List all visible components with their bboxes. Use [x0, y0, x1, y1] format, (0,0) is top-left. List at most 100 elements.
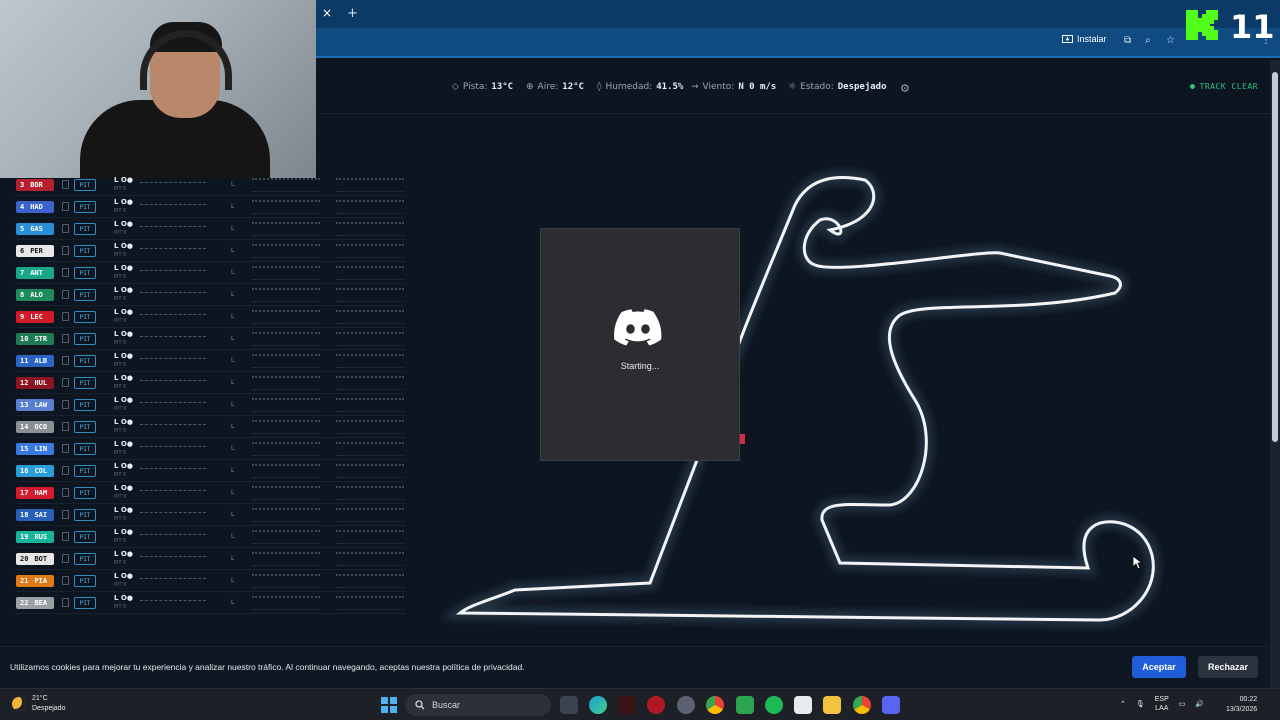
- taskbar-clock[interactable]: 00:22 13/3/2026: [1226, 695, 1257, 715]
- driver-position: 18: [20, 511, 29, 519]
- taskbar-search[interactable]: Buscar: [405, 694, 551, 716]
- obs-icon[interactable]: [677, 696, 695, 714]
- lap-marker: L: [231, 467, 235, 474]
- capcut-icon[interactable]: [794, 696, 812, 714]
- start-button-icon[interactable]: [381, 697, 397, 713]
- driver-badge[interactable]: 12 HUL: [16, 377, 54, 389]
- driver-badge[interactable]: 20 BOT: [16, 553, 54, 565]
- new-tab-button[interactable]: +: [347, 6, 358, 21]
- spotify-icon[interactable]: [765, 696, 783, 714]
- driver-badge[interactable]: 17 HAM: [16, 487, 54, 499]
- driver-badge[interactable]: 10 STR: [16, 333, 54, 345]
- driver-badge[interactable]: 13 LAW: [16, 399, 54, 411]
- pit-button[interactable]: PIT: [74, 245, 96, 257]
- driver-badge[interactable]: 22 BEA: [16, 597, 54, 609]
- network-icon[interactable]: ▭: [1179, 700, 1186, 708]
- pit-button[interactable]: PIT: [74, 223, 96, 235]
- pit-button[interactable]: PIT: [74, 443, 96, 455]
- table-row: 16 COL PIT L O● PIT 0 L: [14, 460, 406, 482]
- driver-badge[interactable]: 6 PER: [16, 245, 54, 257]
- track-status-badge: TRACK CLEAR: [1189, 82, 1258, 91]
- bookmark-star-icon[interactable]: ☆: [1166, 35, 1175, 46]
- driver-badge[interactable]: 9 LEC: [16, 311, 54, 323]
- driver-badge[interactable]: 15 LIN: [16, 443, 54, 455]
- lap-marker: L: [231, 489, 235, 496]
- task-view-icon[interactable]: [560, 696, 578, 714]
- driver-badge[interactable]: 16 COL: [16, 465, 54, 477]
- pit-button[interactable]: PIT: [74, 179, 96, 191]
- chrome-profile-icon[interactable]: [853, 696, 871, 714]
- install-label: Instalar: [1077, 34, 1107, 44]
- driver-badge[interactable]: 14 OCO: [16, 421, 54, 433]
- driver-badge[interactable]: 21 PIA: [16, 575, 54, 587]
- tyre-icon: [62, 554, 69, 563]
- driver-badge[interactable]: 11 ALB: [16, 355, 54, 367]
- lap-label: L O●: [114, 330, 133, 338]
- pit-count: PIT 0: [114, 538, 127, 544]
- pit-button[interactable]: PIT: [74, 465, 96, 477]
- pit-button[interactable]: PIT: [74, 289, 96, 301]
- microphone-icon[interactable]: 🎙: [1136, 700, 1145, 708]
- reject-cookies-button[interactable]: Rechazar: [1198, 656, 1258, 678]
- driver-code: ANT: [30, 269, 43, 277]
- tab-close-button[interactable]: ×: [322, 6, 332, 20]
- install-app-button[interactable]: Instalar: [1062, 34, 1107, 44]
- system-tray: ⌃ 🎙 ESP LAA ▭ 🔊: [1120, 695, 1204, 713]
- sector-bar: [252, 420, 320, 434]
- edge-icon[interactable]: [589, 696, 607, 714]
- discord-taskbar-icon[interactable]: [882, 696, 900, 714]
- driver-position: 6: [20, 247, 25, 255]
- chrome-icon[interactable]: [706, 696, 724, 714]
- sector-bar: [336, 530, 404, 544]
- pit-button[interactable]: PIT: [74, 597, 96, 609]
- pit-button[interactable]: PIT: [74, 377, 96, 389]
- pit-button[interactable]: PIT: [74, 575, 96, 587]
- pit-count: PIT 0: [114, 604, 127, 610]
- settings-gear-icon[interactable]: ⚙: [900, 82, 910, 95]
- driver-badge[interactable]: 3 BOR: [16, 179, 54, 191]
- pit-button[interactable]: PIT: [74, 487, 96, 499]
- driver-badge[interactable]: 18 SAI: [16, 509, 54, 521]
- scroll-thumb[interactable]: [1272, 72, 1278, 442]
- page-scrollbar[interactable]: [1270, 60, 1280, 690]
- table-row: 12 HUL PIT L O● PIT 0 L: [14, 372, 406, 394]
- language-indicator[interactable]: ESP LAA: [1155, 695, 1169, 713]
- driver-code: HUL: [34, 379, 48, 387]
- pit-button[interactable]: PIT: [74, 399, 96, 411]
- driver-badge[interactable]: 8 ALO: [16, 289, 54, 301]
- pit-button[interactable]: PIT: [74, 531, 96, 543]
- zoom-icon[interactable]: ⌕: [1145, 35, 1151, 46]
- driver-badge[interactable]: 19 RUS: [16, 531, 54, 543]
- tyre-icon: [62, 576, 69, 585]
- driver-badge[interactable]: 5 GAS: [16, 223, 54, 235]
- driver-position: 17: [20, 489, 29, 497]
- volume-icon[interactable]: 🔊: [1195, 700, 1204, 708]
- driver-badge[interactable]: 4 HAD: [16, 201, 54, 213]
- table-row: 10 STR PIT L O● PIT 0 L: [14, 328, 406, 350]
- tray-chevron-icon[interactable]: ⌃: [1120, 700, 1126, 708]
- kick-logo: 11: [1186, 8, 1275, 42]
- pit-button[interactable]: PIT: [74, 333, 96, 345]
- sector-bar: [252, 178, 320, 192]
- driver-badge[interactable]: 7 ANT: [16, 267, 54, 279]
- accept-cookies-button[interactable]: Aceptar: [1132, 656, 1186, 678]
- translate-icon[interactable]: ⧉: [1124, 35, 1131, 46]
- app-icon-red[interactable]: [647, 696, 665, 714]
- tyre-icon: [62, 246, 69, 255]
- pit-button[interactable]: PIT: [74, 355, 96, 367]
- app-icon-red-dark[interactable]: [618, 696, 636, 714]
- lap-marker: L: [231, 247, 235, 254]
- pit-button[interactable]: PIT: [74, 267, 96, 279]
- pit-button[interactable]: PIT: [74, 201, 96, 213]
- xbox-icon[interactable]: [736, 696, 754, 714]
- pit-button[interactable]: PIT: [74, 553, 96, 565]
- pit-button[interactable]: PIT: [74, 509, 96, 521]
- weather-widget[interactable]: 21°C Despejado: [12, 694, 65, 714]
- status-dot-icon: [1189, 84, 1195, 89]
- pit-button[interactable]: PIT: [74, 421, 96, 433]
- kick-number: 11: [1230, 8, 1275, 42]
- gap-placeholder: [140, 182, 206, 183]
- file-explorer-icon[interactable]: [823, 696, 841, 714]
- pit-button[interactable]: PIT: [74, 311, 96, 323]
- table-row: 7 ANT PIT L O● PIT 0 L: [14, 262, 406, 284]
